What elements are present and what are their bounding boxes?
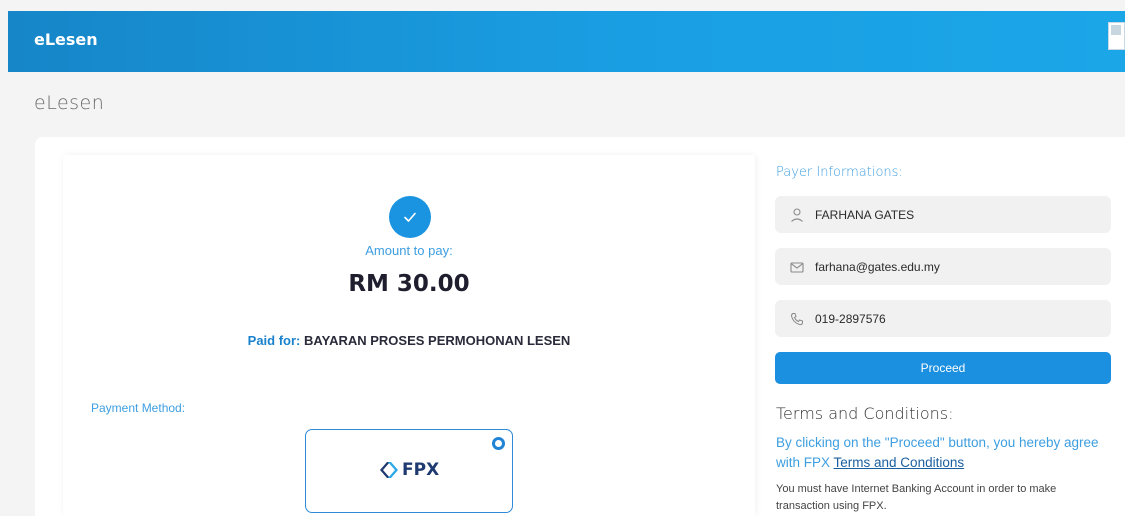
phone-icon: [789, 311, 805, 327]
payer-name-value: FARHANA GATES: [815, 207, 915, 222]
fpx-logo-text: FPX: [402, 460, 440, 480]
radio-selected-icon[interactable]: [492, 437, 505, 450]
internet-banking-note: You must have Internet Banking Account i…: [776, 483, 1057, 512]
payment-card: Amount to pay: RM 30.00 Paid for: BAYARA…: [35, 137, 1125, 516]
broken-image-icon[interactable]: [1108, 22, 1125, 50]
paid-for: Paid for: BAYARAN PROSES PERMOHONAN LESE…: [63, 333, 755, 348]
terms-agreement-text: By clicking on the "Proceed" button, you…: [776, 433, 1112, 473]
check-icon: [389, 196, 431, 238]
terms-heading: Terms and Conditions:: [776, 404, 954, 423]
user-icon: [789, 207, 805, 223]
payer-phone-field[interactable]: 019-2897576: [775, 300, 1111, 337]
payer-email-value: farhana@gates.edu.my: [815, 259, 940, 274]
payer-heading: Payer Informations:: [776, 165, 903, 180]
payer-phone-value: 019-2897576: [815, 311, 886, 326]
terms-and-conditions-link[interactable]: Terms and Conditions: [834, 455, 965, 470]
payment-summary-panel: Amount to pay: RM 30.00 Paid for: BAYARA…: [63, 155, 755, 516]
payment-method-label: Payment Method:: [91, 401, 186, 415]
fpx-diamond-icon: [380, 462, 398, 478]
payment-option-fpx[interactable]: FPX: [305, 429, 513, 513]
envelope-icon: [789, 259, 805, 275]
payer-name-field[interactable]: FARHANA GATES: [775, 196, 1111, 233]
amount-value: RM 30.00: [348, 271, 470, 297]
proceed-button[interactable]: Proceed: [775, 352, 1111, 384]
amount-label: Amount to pay:: [365, 243, 453, 258]
payer-panel: Payer Informations: FARHANA GATES farhan…: [775, 137, 1111, 516]
page-title: eLesen: [34, 92, 105, 114]
brand-logo-text[interactable]: eLesen: [34, 30, 98, 49]
fpx-logo: FPX: [378, 460, 439, 480]
paid-for-label: Paid for:: [247, 333, 301, 348]
top-navbar: eLesen: [8, 11, 1125, 72]
paid-for-value: BAYARAN PROSES PERMOHONAN LESEN: [304, 333, 571, 348]
payer-email-field[interactable]: farhana@gates.edu.my: [775, 248, 1111, 285]
